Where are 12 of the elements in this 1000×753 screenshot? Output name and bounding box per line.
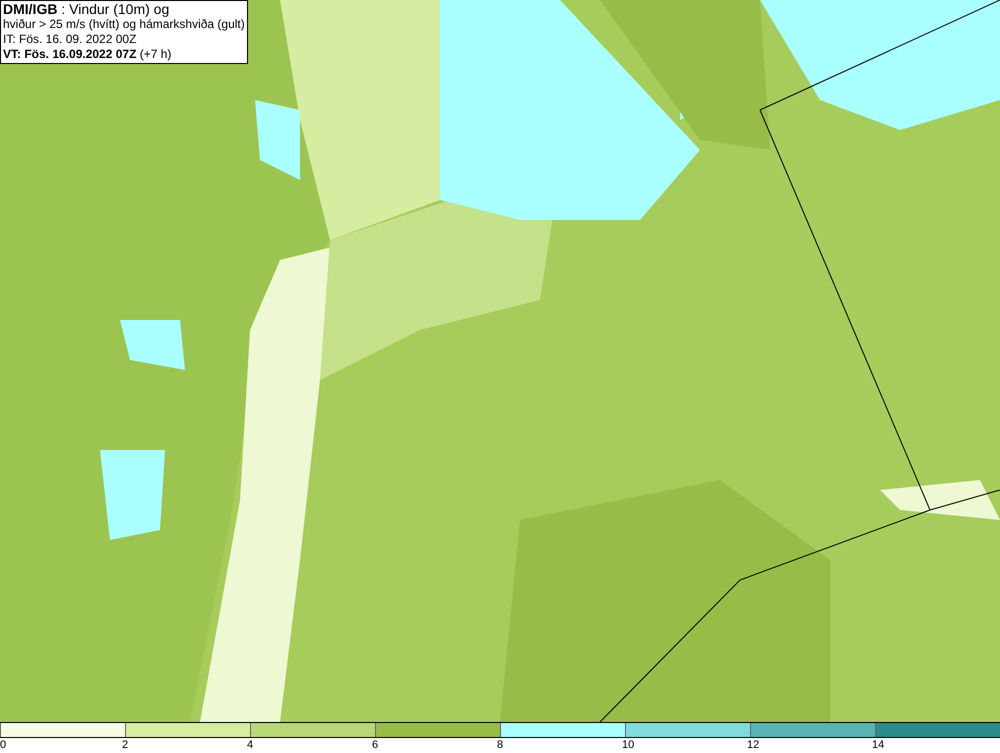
legend-label: 4	[247, 738, 254, 753]
title-text: DMI/IGB : Vindur (10m) og	[3, 2, 170, 17]
caption-text: VT: Fös. 16.09.2022 07Z (+7 h)	[3, 47, 172, 62]
legend-label: 12	[747, 738, 760, 753]
caption-text: hviður > 25 m/s (hvítt) og hámarkshviða (gult)	[3, 17, 245, 32]
legend-label: 8	[497, 738, 504, 753]
legend-label: 2	[122, 738, 128, 753]
legend-label: 0	[0, 738, 6, 753]
legend-label: 10	[622, 738, 634, 753]
legend-label: 14	[872, 738, 884, 753]
caption-text: IT: Fös. 16. 09. 2022 00Z	[3, 32, 138, 47]
legend-label: 6	[372, 738, 378, 753]
